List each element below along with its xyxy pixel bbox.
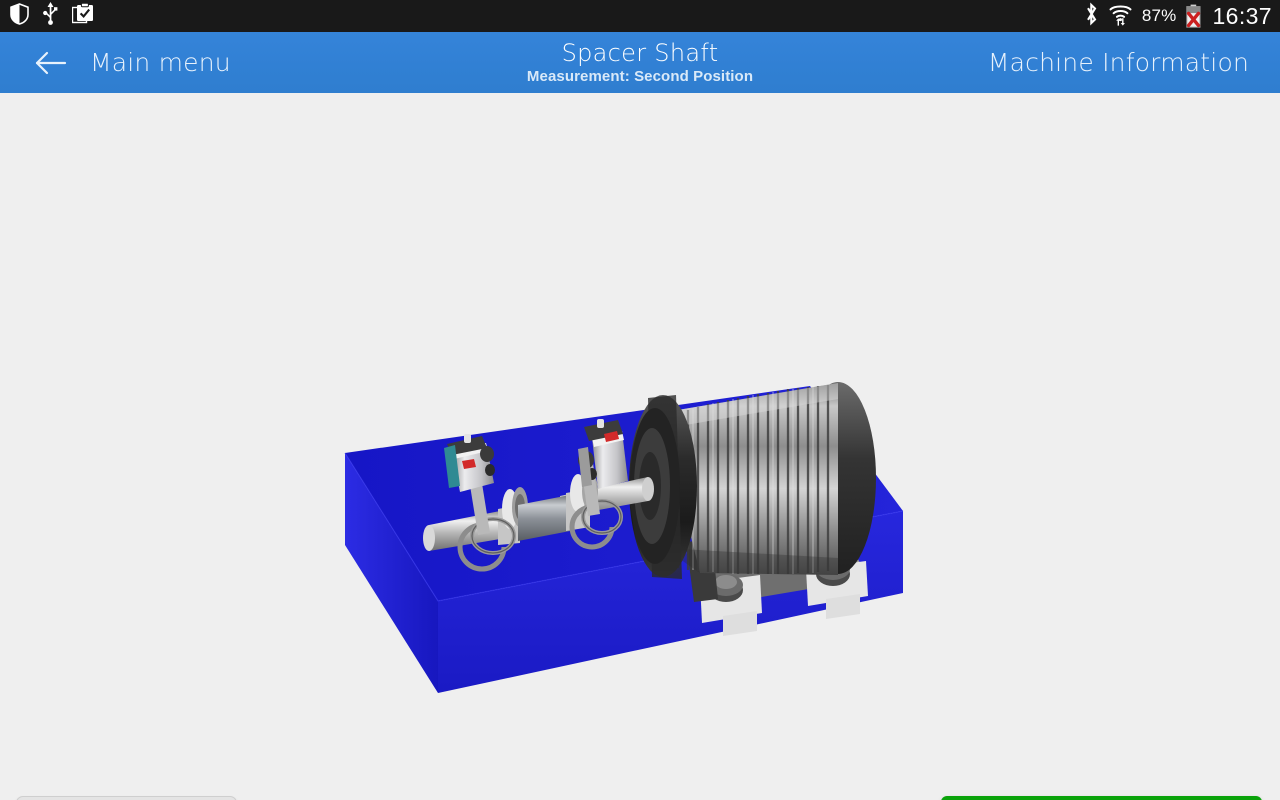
bluetooth-icon	[1084, 2, 1099, 31]
usb-icon	[42, 2, 59, 30]
clock-label: 16:37	[1212, 2, 1272, 29]
back-button[interactable]: Main menu	[0, 48, 231, 77]
app-root: 87% 16:37 Main menu Spacer Shaft Measure…	[0, 0, 1280, 800]
app-header: Main menu Spacer Shaft Measurement: Seco…	[0, 32, 1280, 93]
machine-3d-view[interactable]	[0, 93, 1280, 733]
shield-icon	[10, 2, 29, 30]
sensor-status-button[interactable]: Sensor Status	[16, 796, 237, 800]
back-button-label: Main menu	[90, 48, 231, 77]
status-bar: 87% 16:37	[0, 0, 1280, 32]
machine-information-link[interactable]: Machine Information	[988, 48, 1280, 77]
status-bar-right-icons: 87% 16:37	[1084, 2, 1272, 31]
content-area: Sensor Status Record 2nd	[0, 93, 1280, 800]
page-subtitle: Measurement: Second Position	[526, 68, 754, 85]
battery-error-icon	[1185, 4, 1202, 28]
wifi-icon	[1108, 2, 1133, 31]
electric-motor	[629, 382, 876, 579]
status-bar-left-icons	[10, 2, 94, 30]
page-title: Spacer Shaft	[561, 39, 719, 67]
battery-percent-label: 87%	[1141, 6, 1177, 25]
record-2nd-button[interactable]: Record 2nd	[941, 796, 1262, 800]
arrow-left-icon	[34, 49, 68, 77]
clipboard-check-icon	[71, 2, 94, 30]
